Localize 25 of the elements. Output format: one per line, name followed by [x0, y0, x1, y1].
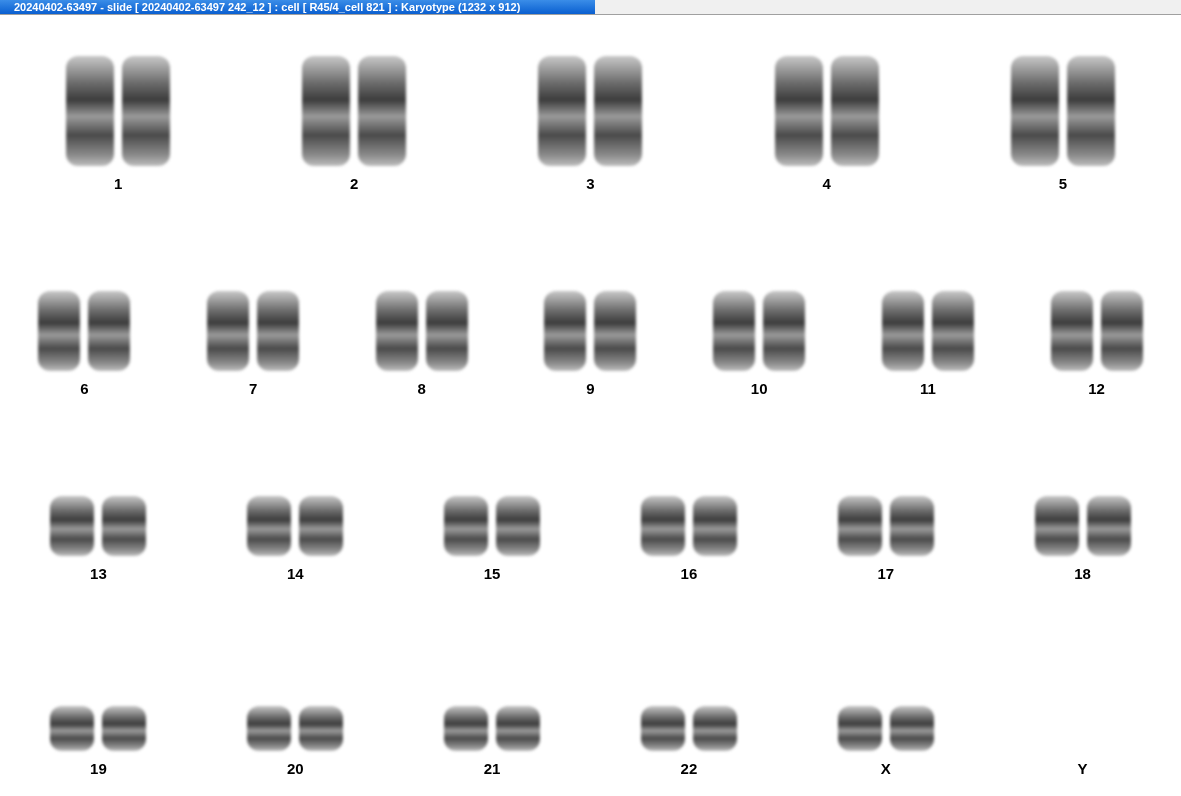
chromosome-label: 9: [586, 381, 595, 397]
chromosome-label: 11: [919, 381, 936, 397]
chromosome-label: 4: [822, 176, 831, 192]
chromosome-label: 17: [877, 566, 895, 582]
chromosome-label: 7: [248, 381, 258, 397]
chromosome-label: 6: [80, 381, 89, 397]
chromosome-label: 10: [750, 381, 768, 397]
chromosome-label: 16: [680, 566, 698, 582]
chromosome-label: 12: [1088, 381, 1105, 397]
chromosome-label: 5: [1058, 176, 1067, 192]
chromosome-label: 8: [417, 381, 426, 397]
chromosome-label: Y: [1077, 761, 1088, 777]
chromosome-label: 1: [113, 176, 123, 192]
chromosome-label: 14: [286, 566, 304, 582]
window-title: 20240402-63497 - slide [ 20240402-63497 242_12 ] : cell [ R45/4_cell 821 ] : Karyotype (1232 x 912): [0, 0, 595, 14]
chromosome-label: 19: [90, 761, 107, 777]
chromosome-label: 2: [350, 176, 359, 192]
chromosome-label: X: [880, 761, 891, 777]
chromosome-label: 21: [483, 761, 501, 777]
chromosome-label: 15: [483, 566, 501, 582]
chromosome-label: 22: [680, 761, 698, 777]
chromosome-label: 13: [90, 566, 107, 582]
chromosome-label: 3: [586, 176, 595, 192]
chromosome-label: 18: [1074, 566, 1091, 582]
chromosome-label: 20: [286, 761, 304, 777]
